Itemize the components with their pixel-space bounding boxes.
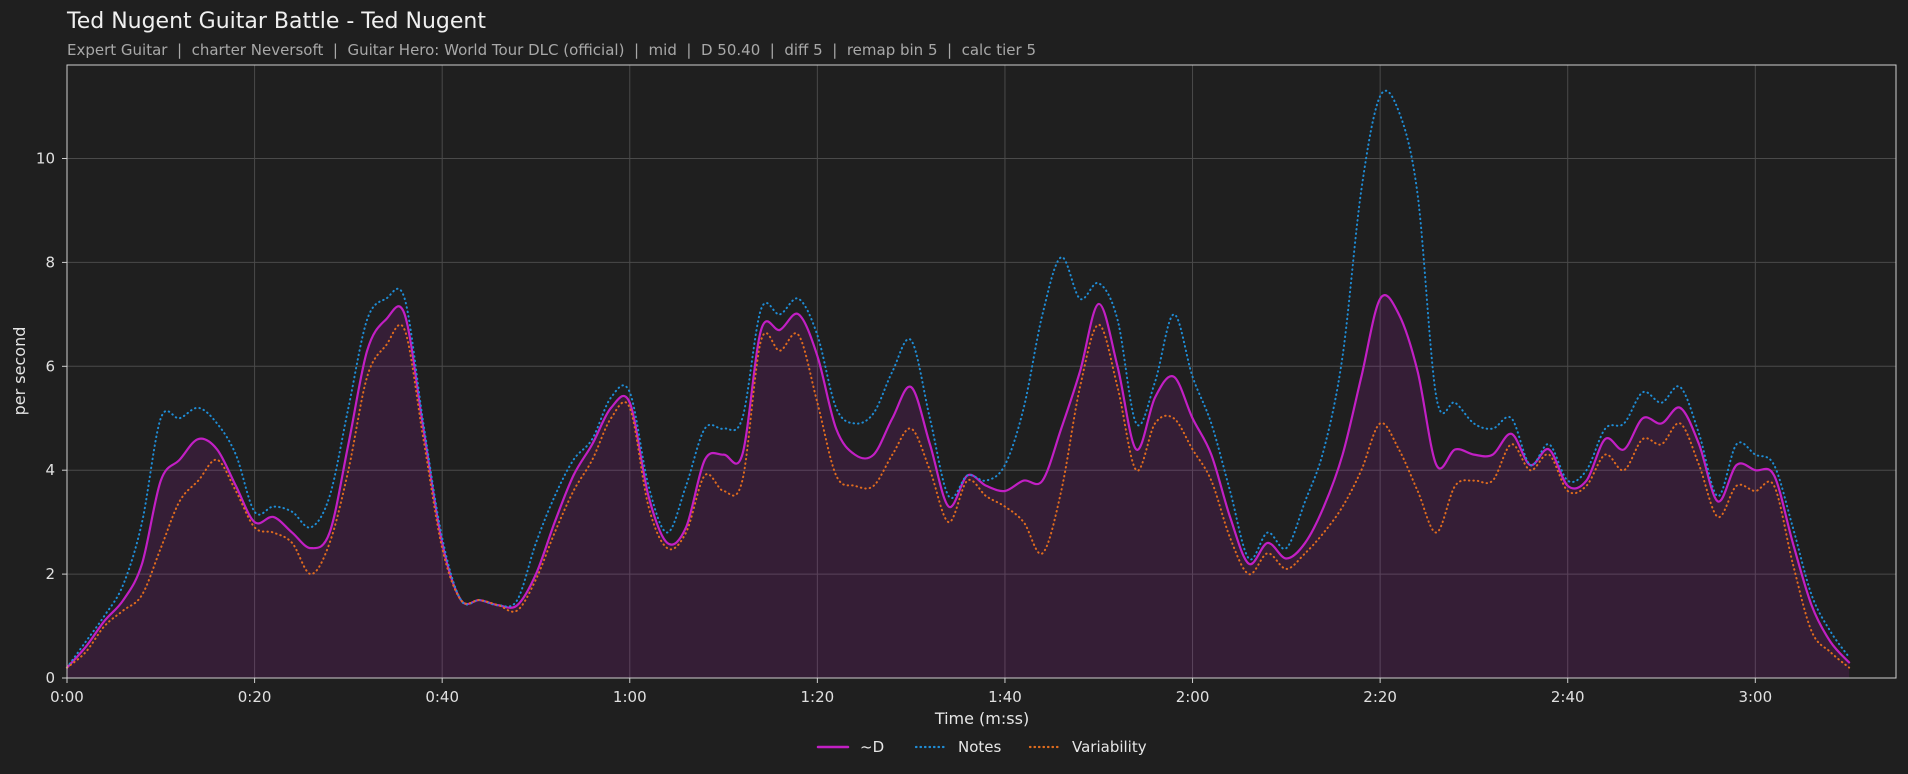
chart-title: Ted Nugent Guitar Battle - Ted Nugent — [66, 9, 486, 34]
x-tick-label: 2:20 — [1363, 688, 1397, 706]
x-tick-label: 1:20 — [801, 688, 835, 706]
y-tick-label: 10 — [36, 150, 55, 168]
y-tick-label: 2 — [45, 565, 55, 583]
x-tick-label: 0:20 — [238, 688, 272, 706]
x-tick-label: 2:00 — [1176, 688, 1210, 706]
x-tick-label: 0:00 — [50, 688, 84, 706]
chart: Ted Nugent Guitar Battle - Ted Nugent Ex… — [0, 0, 1908, 774]
x-tick-label: 3:00 — [1738, 688, 1772, 706]
x-axis-label: Time (m:ss) — [934, 709, 1029, 728]
legend: ~D Notes Variability — [816, 738, 1147, 756]
x-tick-label: 1:00 — [613, 688, 647, 706]
x-tick-label: 2:40 — [1551, 688, 1585, 706]
y-tick-label: 6 — [45, 357, 55, 375]
y-axis-label: per second — [10, 327, 29, 416]
y-tick-label: 0 — [45, 669, 55, 687]
y-tick-label: 4 — [45, 461, 55, 479]
y-tick-label: 8 — [45, 253, 55, 271]
x-tick-label: 1:40 — [988, 688, 1022, 706]
legend-label: Notes — [958, 738, 1002, 756]
legend-label: Variability — [1072, 738, 1147, 756]
x-tick-label: 0:40 — [425, 688, 459, 706]
chart-subtitle: Expert Guitar | charter Neversoft | Guit… — [67, 41, 1036, 59]
legend-label: ~D — [860, 738, 884, 756]
